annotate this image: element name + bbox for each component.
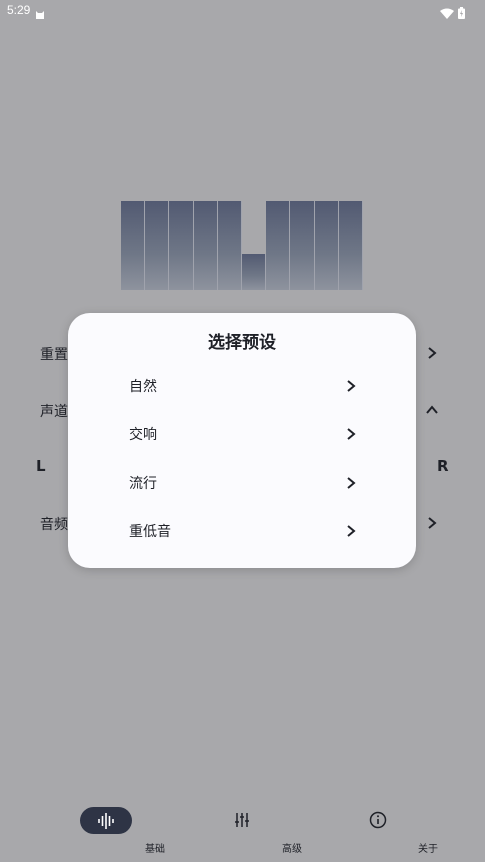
equalizer-band [121, 201, 146, 290]
dialog-title: 选择预设 [208, 333, 276, 353]
equalizer-band [242, 254, 267, 290]
chevron-right-icon [344, 426, 358, 440]
battery-icon [458, 4, 465, 23]
equalizer-band [193, 201, 218, 290]
equalizer-visual [121, 201, 363, 290]
preset-label: 流行 [129, 476, 157, 492]
equalizer-band [338, 201, 363, 290]
audio-label: 音频 [40, 517, 68, 533]
preset-label: 自然 [129, 379, 157, 395]
chevron-right-icon [344, 523, 358, 537]
preset-label: 交响 [129, 427, 157, 443]
channel-label: 声道 [40, 404, 68, 420]
preset-item-pop[interactable]: 流行 [68, 462, 416, 502]
equalizer-band [145, 201, 170, 290]
equalizer-band [290, 201, 315, 290]
chevron-right-icon [344, 378, 358, 392]
preset-label: 重低音 [129, 524, 171, 540]
right-channel-label: R [437, 457, 449, 475]
status-time: 5:29 [7, 3, 31, 17]
chevron-right-icon[interactable] [425, 515, 439, 529]
preset-item-bass[interactable]: 重低音 [68, 510, 416, 550]
chevron-right-icon [344, 475, 358, 489]
preset-dialog: 选择预设 自然 交响 流行 重低音 [68, 313, 416, 568]
bottom-nav: 基础 高级 关于 [0, 796, 485, 862]
info-icon [369, 811, 387, 833]
left-channel-label: L [36, 457, 46, 475]
nav-item-about[interactable]: 关于 [328, 796, 438, 856]
equalizer-band [169, 201, 194, 290]
equalizer-band [266, 201, 291, 290]
preset-item-symphony[interactable]: 交响 [68, 413, 416, 453]
chevron-up-icon[interactable] [425, 402, 439, 416]
equalizer-band [217, 201, 242, 290]
equalizer-band [314, 201, 339, 290]
nav-item-basic[interactable]: 基础 [55, 796, 165, 856]
wifi-icon [440, 4, 454, 23]
nav-label: 基础 [145, 844, 165, 855]
nav-label: 关于 [418, 844, 438, 855]
cat-icon [35, 5, 45, 24]
chevron-right-icon[interactable] [425, 345, 439, 359]
waveform-icon [97, 812, 115, 834]
preset-item-natural[interactable]: 自然 [68, 365, 416, 405]
reset-label: 重置 [40, 347, 68, 363]
sliders-icon [234, 812, 250, 832]
nav-label: 高级 [282, 844, 302, 855]
nav-item-advanced[interactable]: 高级 [192, 796, 302, 856]
status-bar: 5:29 [0, 0, 485, 22]
